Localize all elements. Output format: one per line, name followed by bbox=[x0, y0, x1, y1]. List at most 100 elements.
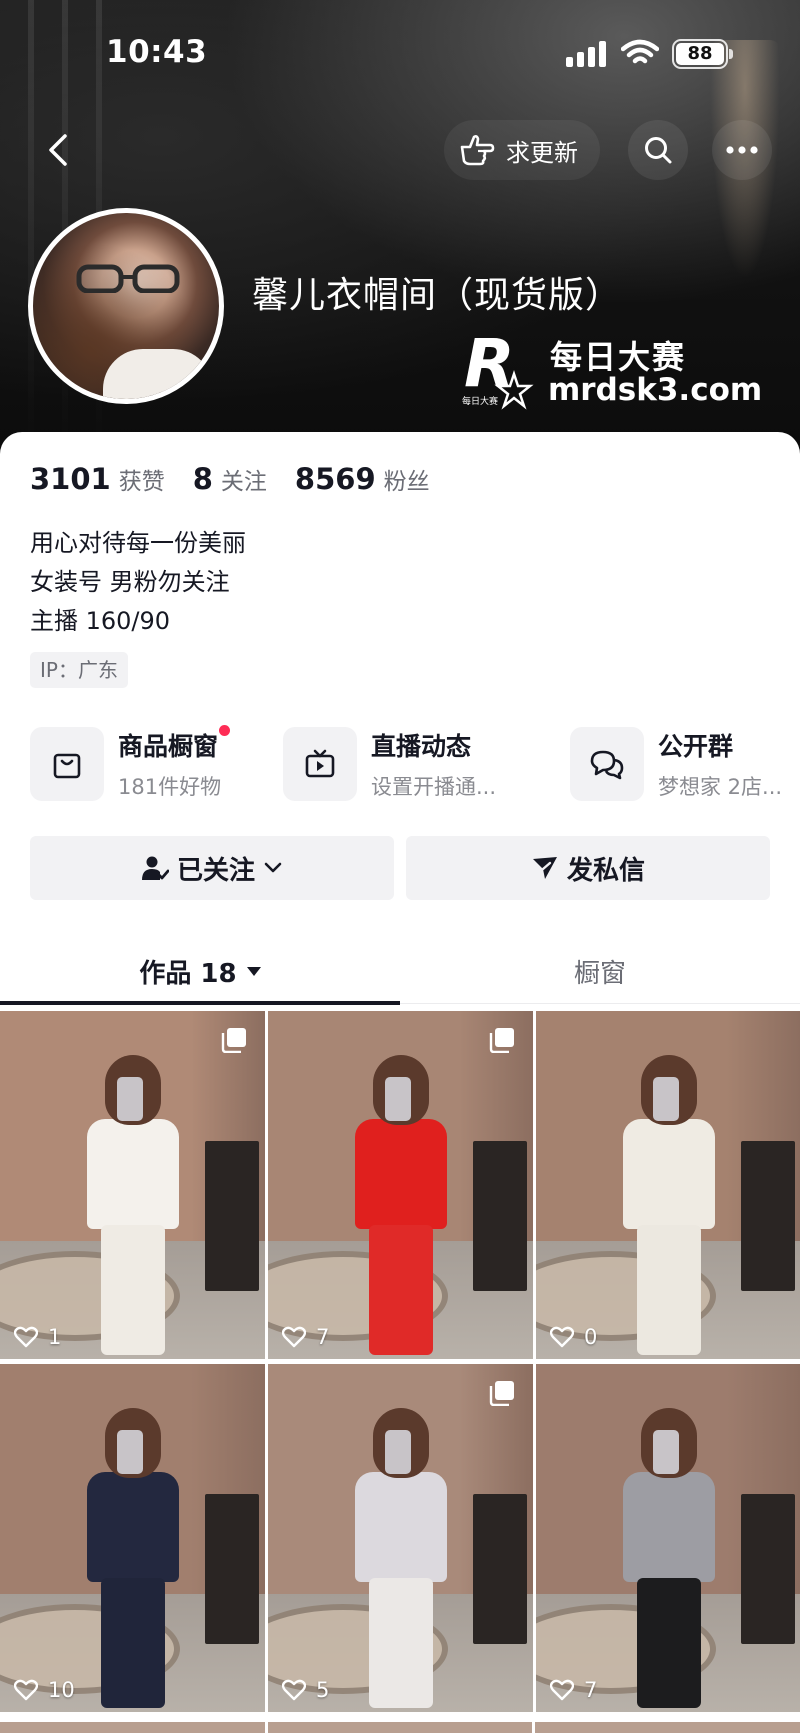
feature-shop-window[interactable]: 商品橱窗 181件好物 bbox=[30, 724, 231, 804]
pointing-hand-icon bbox=[460, 135, 495, 166]
bio-line: 用心对待每一份美丽 bbox=[30, 529, 246, 557]
heart-icon bbox=[282, 1679, 306, 1701]
bio-line: 主播 160/90 bbox=[30, 607, 171, 635]
avatar[interactable] bbox=[28, 208, 224, 404]
stat-following-label: 关注 bbox=[220, 469, 267, 495]
stat-following[interactable]: 8 关注 bbox=[193, 462, 267, 496]
wifi-icon bbox=[621, 39, 659, 64]
like-count-value: 7 bbox=[316, 1325, 330, 1349]
multiple-images-icon bbox=[489, 1381, 514, 1406]
post-like-count: 7 bbox=[550, 1678, 597, 1702]
search-icon bbox=[645, 137, 672, 164]
tab-showcase[interactable]: 橱窗 bbox=[400, 938, 800, 1004]
battery-level: 88 bbox=[676, 43, 724, 65]
post-thumbnail[interactable]: 1 bbox=[0, 1011, 265, 1359]
post-like-count: 1 bbox=[14, 1325, 61, 1349]
post-thumbnail[interactable]: 5 bbox=[268, 1364, 533, 1712]
multiple-images-icon bbox=[221, 1028, 246, 1053]
send-message-label: 发私信 bbox=[566, 855, 645, 886]
send-icon bbox=[532, 857, 557, 879]
post-thumbnail[interactable]: 10 bbox=[0, 1364, 265, 1712]
feature-public-group-title: 公开群 bbox=[658, 732, 734, 761]
tv-icon bbox=[305, 749, 335, 778]
stat-followers-label: 粉丝 bbox=[383, 469, 430, 495]
active-tab-indicator bbox=[0, 1001, 400, 1005]
stat-followers-value: 8569 bbox=[294, 462, 376, 496]
post-like-count: 0 bbox=[550, 1325, 597, 1349]
ip-location-tag: IP：广东 bbox=[30, 652, 128, 688]
avatar-glasses-detail bbox=[76, 264, 180, 293]
feature-shop-window-subtitle: 181件好物 bbox=[118, 775, 222, 799]
send-message-button[interactable]: 发私信 bbox=[406, 836, 770, 900]
post-image bbox=[268, 1011, 533, 1359]
battery-icon: 88 bbox=[672, 39, 733, 69]
cellular-signal-icon bbox=[566, 41, 608, 67]
post-like-count: 5 bbox=[282, 1678, 329, 1702]
stat-likes: 3101 获赞 bbox=[30, 462, 165, 496]
post-thumbnail[interactable]: 0 bbox=[536, 1011, 800, 1359]
back-button[interactable] bbox=[36, 128, 80, 172]
content-tabs: 作品 18 橱窗 bbox=[0, 938, 800, 1005]
status-bar: 10:43 88 bbox=[0, 0, 800, 100]
watermark-logo-text: 每日大赛 bbox=[462, 395, 498, 407]
profile-name: 馨儿衣帽间（现货版） bbox=[252, 275, 623, 316]
more-options-button[interactable] bbox=[712, 120, 772, 180]
like-count-value: 10 bbox=[48, 1678, 75, 1702]
bio-line: 女装号 男粉勿关注 bbox=[30, 568, 230, 596]
heart-icon bbox=[550, 1326, 574, 1348]
tab-works[interactable]: 作品 18 bbox=[0, 938, 400, 1004]
next-row-peek bbox=[0, 1722, 800, 1733]
like-count-value: 5 bbox=[316, 1678, 330, 1702]
heart-icon bbox=[550, 1679, 574, 1701]
profile-bio: 用心对待每一份美丽 女装号 男粉勿关注 主播 160/90 bbox=[30, 524, 246, 641]
feature-public-group-subtitle: 梦想家 2店... bbox=[658, 775, 783, 799]
svg-text:R: R bbox=[464, 328, 515, 402]
like-count-value: 7 bbox=[584, 1678, 598, 1702]
chevron-left-icon bbox=[49, 134, 67, 166]
post-like-count: 7 bbox=[282, 1325, 329, 1349]
post-image bbox=[0, 1011, 265, 1359]
more-dots-icon bbox=[726, 146, 758, 154]
tab-showcase-label: 橱窗 bbox=[573, 958, 626, 989]
request-update-button[interactable]: 求更新 bbox=[444, 120, 600, 180]
top-navigation: 求更新 bbox=[0, 110, 800, 190]
feature-live-updates-subtitle: 设置开播通... bbox=[371, 775, 497, 799]
watermark-logo: R 每日大赛 bbox=[462, 328, 534, 410]
stat-followers[interactable]: 8569 粉丝 bbox=[295, 462, 430, 496]
tab-works-label: 作品 18 bbox=[139, 958, 237, 989]
feature-public-group[interactable]: 公开群 梦想家 2店... bbox=[570, 724, 782, 804]
post-image bbox=[536, 1364, 800, 1712]
profile-actions: 已关注 发私信 bbox=[30, 836, 770, 900]
chevron-down-icon bbox=[264, 862, 282, 873]
stat-following-value: 8 bbox=[192, 462, 213, 496]
chat-bubbles-icon bbox=[590, 750, 624, 780]
heart-icon bbox=[14, 1679, 38, 1701]
stat-likes-value: 3101 bbox=[30, 462, 111, 496]
heart-icon bbox=[282, 1326, 306, 1348]
watermark: R 每日大赛 每日大赛 mrdsk3.com bbox=[462, 328, 782, 418]
profile-stats: 3101 获赞 8 关注 8569 粉丝 bbox=[30, 462, 458, 502]
feature-shop-window-title: 商品橱窗 bbox=[118, 732, 219, 761]
works-grid: 1 7 0 10 5 7 bbox=[0, 1011, 800, 1733]
like-count-value: 0 bbox=[584, 1325, 598, 1349]
feature-live-updates[interactable]: 直播动态 设置开播通... bbox=[283, 724, 496, 804]
status-time: 10:43 bbox=[106, 34, 208, 70]
feature-entries: 商品橱窗 181件好物 直播动态 设置开播通... 公开群 梦想家 2店... bbox=[30, 724, 800, 804]
post-image bbox=[268, 1364, 533, 1712]
post-thumbnail[interactable]: 7 bbox=[268, 1011, 533, 1359]
stat-likes-label: 获赞 bbox=[118, 469, 165, 495]
post-image bbox=[536, 1011, 800, 1359]
user-check-icon bbox=[141, 856, 169, 880]
feature-live-updates-title: 直播动态 bbox=[371, 732, 472, 761]
post-thumbnail[interactable]: 7 bbox=[536, 1364, 800, 1712]
multiple-images-icon bbox=[489, 1028, 514, 1053]
like-count-value: 1 bbox=[48, 1325, 62, 1349]
notification-dot bbox=[219, 725, 231, 736]
search-button[interactable] bbox=[628, 120, 688, 180]
post-like-count: 10 bbox=[14, 1678, 75, 1702]
followed-label: 已关注 bbox=[176, 855, 255, 886]
heart-icon bbox=[14, 1326, 38, 1348]
followed-button[interactable]: 已关注 bbox=[30, 836, 394, 900]
request-update-label: 求更新 bbox=[506, 138, 578, 167]
post-image bbox=[0, 1364, 265, 1712]
